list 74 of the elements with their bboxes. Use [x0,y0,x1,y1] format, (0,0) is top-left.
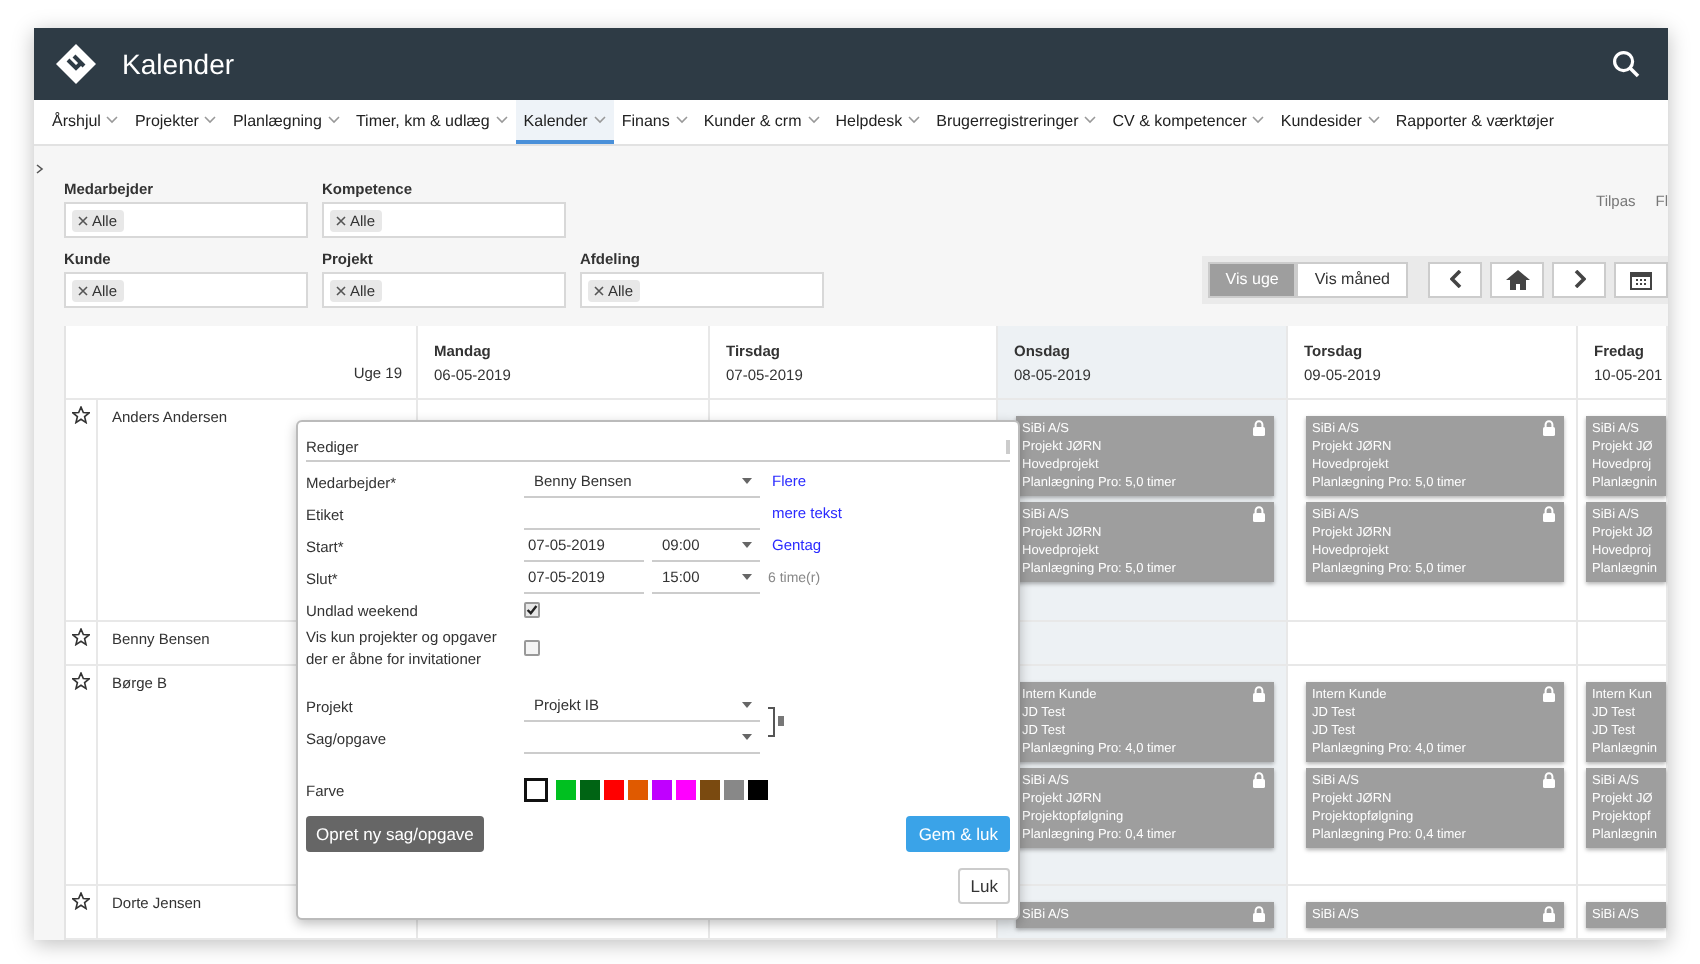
lock-icon [1542,686,1556,702]
next-button[interactable] [1552,261,1606,297]
chevron-down-icon [593,116,606,124]
lock-icon [1542,906,1556,922]
color-swatch[interactable] [580,780,600,800]
color-swatch[interactable] [604,780,624,800]
caret-down-icon [742,734,752,740]
caret-down-icon [742,702,752,708]
search-icon[interactable] [1612,50,1640,78]
home-icon [1505,269,1529,289]
chevron-down-icon [106,116,119,124]
chevron-left-icon [1449,270,1461,288]
checkbox[interactable] [524,602,540,618]
chevron-down-icon [1252,116,1265,124]
color-swatch[interactable] [628,780,648,800]
app-title: Kalender [122,48,237,80]
close-button[interactable]: Luk [958,868,1010,904]
chevron-down-icon [495,116,508,124]
chevron-down-icon [1367,116,1380,124]
remove-icon[interactable] [78,215,88,225]
nav-tab[interactable]: Årshjul [44,100,127,144]
chevron-down-icon [807,116,820,124]
nav-tab[interactable]: CV & kompetencer [1104,100,1273,144]
chevron-down-icon [1084,116,1097,124]
home-button[interactable] [1490,261,1544,297]
view-toggle-button[interactable]: Vis måned [1296,261,1408,297]
lock-icon [1542,420,1556,436]
nav-tab[interactable]: Brugerregistreringer [928,100,1105,144]
chevron-down-icon [204,116,217,124]
lock-icon [1252,906,1266,922]
lock-icon [1542,506,1556,522]
previous-button[interactable] [1428,261,1482,297]
link-bracket-icon[interactable] [768,706,784,738]
chevron-down-icon [908,116,921,124]
checkbox[interactable] [524,640,540,656]
nav-tab[interactable]: Kalender [515,100,614,144]
lock-icon [1252,772,1266,788]
caret-down-icon [742,574,752,580]
lock-icon [1252,420,1266,436]
nav-tab[interactable]: Helpdesk [827,100,929,144]
nav-tab[interactable]: Finans [613,100,696,144]
nav-tab[interactable]: Kundesider [1272,100,1388,144]
color-swatch[interactable] [676,780,696,800]
color-swatch[interactable] [700,780,720,800]
color-swatch[interactable] [524,778,548,802]
chevron-down-icon [675,116,688,124]
lock-icon [1542,772,1556,788]
chevron-down-icon [327,116,340,124]
create-task-button[interactable]: Opret ny sag/opgave [306,816,484,852]
star-icon[interactable] [72,672,90,690]
remove-icon[interactable] [336,285,346,295]
lock-icon [1252,686,1266,702]
remove-icon[interactable] [78,285,88,295]
nav-tab[interactable]: Projekter [126,100,225,144]
caret-down-icon [742,478,752,484]
nav-tab[interactable]: Timer, km & udlæg [347,100,516,144]
color-swatch[interactable] [724,780,744,800]
nav-tab[interactable]: Planlægning [224,100,348,144]
calendar-button[interactable] [1614,261,1668,297]
calendar-icon [1630,269,1652,289]
remove-icon[interactable] [594,285,604,295]
nav-tab[interactable]: Rapporter & værktøjer [1387,100,1563,144]
remove-icon[interactable] [336,215,346,225]
star-icon[interactable] [72,628,90,646]
color-swatch[interactable] [748,780,768,800]
chevron-right-icon [1573,270,1585,288]
star-icon[interactable] [72,892,90,910]
lock-icon [1252,506,1266,522]
color-swatch[interactable] [556,780,576,800]
nav-tab[interactable]: Kunder & crm [695,100,828,144]
logo-icon [54,42,98,86]
caret-down-icon [742,542,752,548]
star-icon[interactable] [72,406,90,424]
color-swatch[interactable] [652,780,672,800]
